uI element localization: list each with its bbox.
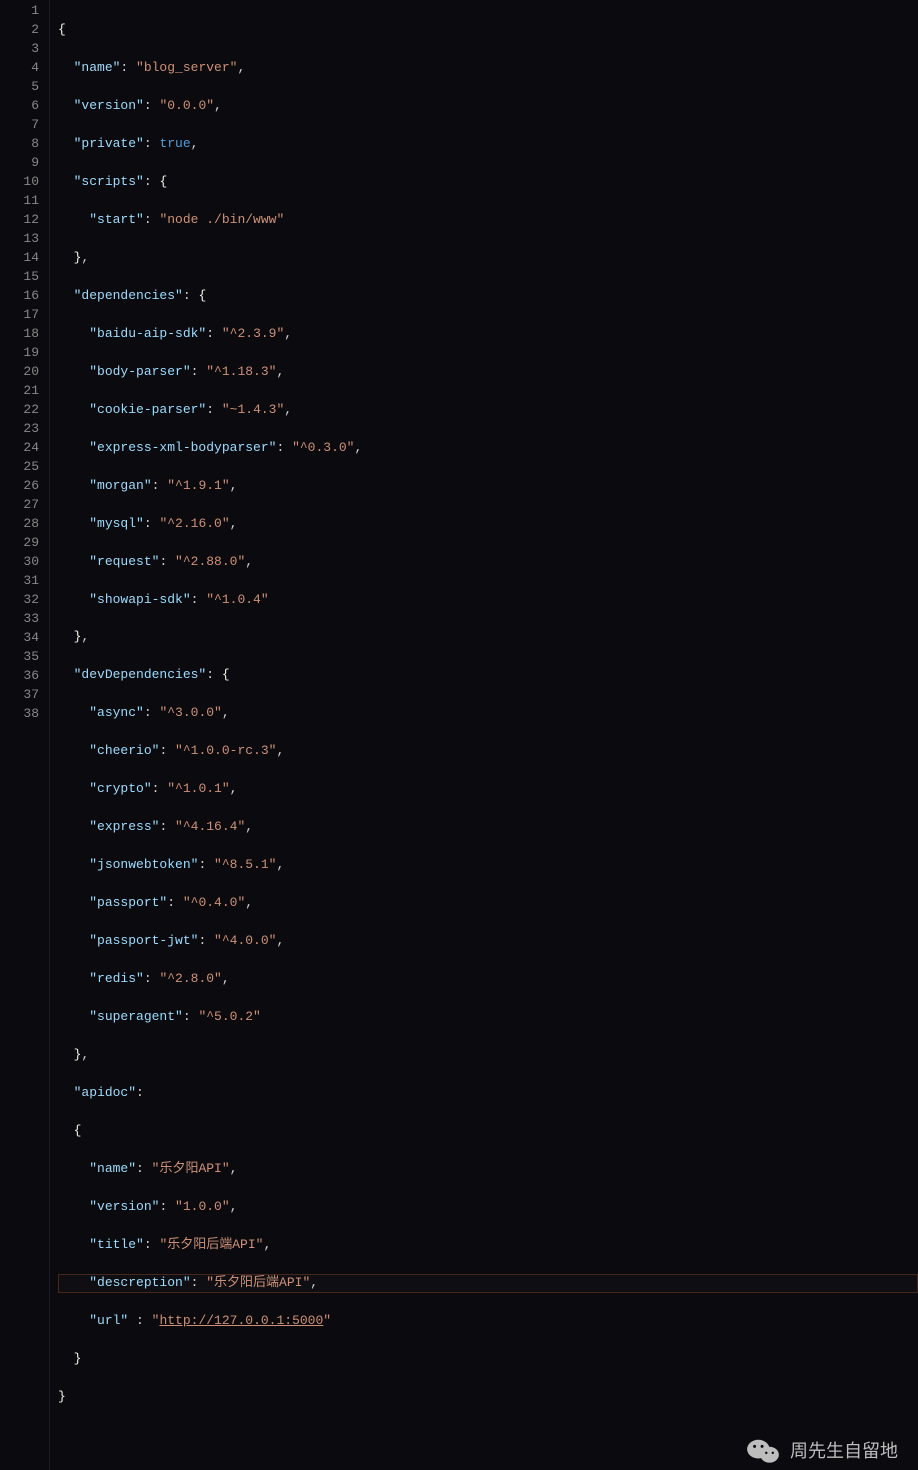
watermark-text: 周先生自留地 [790,1438,898,1464]
code-line[interactable]: "morgan": "^1.9.1", [58,477,918,496]
line-number: 1 [0,2,39,21]
code-line[interactable]: "passport-jwt": "^4.0.0", [58,932,918,951]
line-number: 19 [0,344,39,363]
code-line[interactable]: } [58,1350,918,1369]
code-line[interactable]: "scripts": { [58,173,918,192]
code-line[interactable]: }, [58,249,918,268]
line-number: 20 [0,363,39,382]
line-number: 34 [0,629,39,648]
line-number: 26 [0,477,39,496]
code-line[interactable]: "cookie-parser": "~1.4.3", [58,401,918,420]
wechat-icon [746,1437,780,1465]
line-number: 16 [0,287,39,306]
code-line[interactable]: "version": "0.0.0", [58,97,918,116]
line-number: 33 [0,610,39,629]
line-number: 5 [0,78,39,97]
wechat-watermark: 周先生自留地 [746,1437,898,1465]
code-line[interactable]: "express": "^4.16.4", [58,818,918,837]
line-number: 14 [0,249,39,268]
code-line[interactable]: "passport": "^0.4.0", [58,894,918,913]
code-line[interactable]: "crypto": "^1.0.1", [58,780,918,799]
line-number: 29 [0,534,39,553]
code-line[interactable]: "redis": "^2.8.0", [58,970,918,989]
line-number: 3 [0,40,39,59]
code-line[interactable]: "express-xml-bodyparser": "^0.3.0", [58,439,918,458]
code-line[interactable]: "showapi-sdk": "^1.0.4" [58,591,918,610]
code-line[interactable]: "apidoc": [58,1084,918,1103]
code-line[interactable]: "superagent": "^5.0.2" [58,1008,918,1027]
code-line[interactable]: "mysql": "^2.16.0", [58,515,918,534]
code-line[interactable]: "version": "1.0.0", [58,1198,918,1217]
code-line-active[interactable]: "descreption": "乐夕阳后端API", [58,1274,918,1293]
code-line[interactable]: "dependencies": { [58,287,918,306]
line-number: 4 [0,59,39,78]
line-number: 7 [0,116,39,135]
code-line[interactable]: }, [58,628,918,647]
line-number: 11 [0,192,39,211]
code-line[interactable]: "title": "乐夕阳后端API", [58,1236,918,1255]
code-editor[interactable]: 1 2 3 4 5 6 7 8 9 10 11 12 13 14 15 16 1… [0,0,918,1470]
line-number: 8 [0,135,39,154]
line-number: 21 [0,382,39,401]
code-line[interactable]: "private": true, [58,135,918,154]
line-number: 17 [0,306,39,325]
code-line[interactable]: }, [58,1046,918,1065]
line-number: 30 [0,553,39,572]
code-line[interactable]: "start": "node ./bin/www" [58,211,918,230]
code-line[interactable]: { [58,1122,918,1141]
code-line[interactable]: } [58,1388,918,1407]
line-number: 13 [0,230,39,249]
code-line[interactable]: "jsonwebtoken": "^8.5.1", [58,856,918,875]
code-line[interactable]: "url" : "http://127.0.0.1:5000" [58,1312,918,1331]
line-number: 23 [0,420,39,439]
code-line[interactable]: { [58,21,918,40]
line-number: 2 [0,21,39,40]
line-number: 12 [0,211,39,230]
line-number: 28 [0,515,39,534]
line-number: 9 [0,154,39,173]
code-line[interactable]: "baidu-aip-sdk": "^2.3.9", [58,325,918,344]
line-number: 32 [0,591,39,610]
line-number: 37 [0,686,39,705]
code-line[interactable]: "name": "乐夕阳API", [58,1160,918,1179]
line-number: 6 [0,97,39,116]
line-number: 35 [0,648,39,667]
code-line[interactable]: "name": "blog_server", [58,59,918,78]
code-line[interactable]: "cheerio": "^1.0.0-rc.3", [58,742,918,761]
line-number: 10 [0,173,39,192]
code-line[interactable]: "async": "^3.0.0", [58,704,918,723]
code-line[interactable]: "request": "^2.88.0", [58,553,918,572]
line-number: 22 [0,401,39,420]
code-content[interactable]: { "name": "blog_server", "version": "0.0… [50,0,918,1470]
line-number: 24 [0,439,39,458]
line-number: 15 [0,268,39,287]
line-number: 25 [0,458,39,477]
line-number: 38 [0,705,39,724]
line-number-gutter: 1 2 3 4 5 6 7 8 9 10 11 12 13 14 15 16 1… [0,0,50,1470]
line-number: 31 [0,572,39,591]
line-number: 36 [0,667,39,686]
code-line[interactable]: "devDependencies": { [58,666,918,685]
code-line[interactable]: "body-parser": "^1.18.3", [58,363,918,382]
line-number: 18 [0,325,39,344]
line-number: 27 [0,496,39,515]
